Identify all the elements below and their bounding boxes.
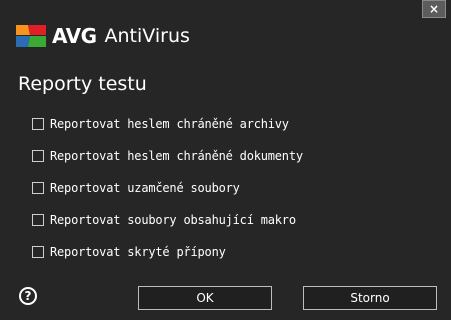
close-icon: ×: [428, 2, 440, 16]
dialog-window: AVG AntiVirus × Reporty testu Reportovat…: [0, 0, 451, 320]
avg-logo-icon: [16, 25, 46, 47]
product-name: AntiVirus: [104, 25, 190, 47]
checkbox[interactable]: [32, 246, 44, 258]
checkbox[interactable]: [32, 182, 44, 194]
close-button[interactable]: ×: [422, 0, 446, 18]
help-icon-glyph: ?: [24, 289, 32, 303]
option-label: Reportovat skryté přípony: [50, 245, 226, 259]
checkbox[interactable]: [32, 118, 44, 130]
checkbox[interactable]: [32, 150, 44, 162]
option-macro-files[interactable]: Reportovat soubory obsahující makro: [32, 211, 303, 229]
ok-button-label: OK: [196, 291, 214, 305]
option-documents[interactable]: Reportovat heslem chráněné dokumenty: [32, 147, 303, 165]
help-icon[interactable]: ?: [19, 287, 37, 305]
brand-name: AVG: [52, 24, 97, 48]
checkbox[interactable]: [32, 214, 44, 226]
option-label: Reportovat heslem chráněné archivy: [50, 117, 289, 131]
option-label: Reportovat heslem chráněné dokumenty: [50, 149, 303, 163]
option-hidden-extensions[interactable]: Reportovat skryté přípony: [32, 243, 303, 261]
option-label: Reportovat uzamčené soubory: [50, 181, 240, 195]
cancel-button[interactable]: Storno: [303, 286, 437, 310]
dialog-title: Reporty testu: [18, 73, 147, 95]
avg-logo: AVG AntiVirus: [16, 24, 190, 48]
options-list: Reportovat heslem chráněné archivy Repor…: [32, 115, 303, 275]
option-archives[interactable]: Reportovat heslem chráněné archivy: [32, 115, 303, 133]
option-locked-files[interactable]: Reportovat uzamčené soubory: [32, 179, 303, 197]
titlebar: AVG AntiVirus ×: [0, 0, 451, 60]
ok-button[interactable]: OK: [138, 286, 272, 310]
cancel-button-label: Storno: [350, 291, 390, 305]
option-label: Reportovat soubory obsahující makro: [50, 213, 296, 227]
dialog-footer: ? OK Storno: [0, 284, 451, 316]
